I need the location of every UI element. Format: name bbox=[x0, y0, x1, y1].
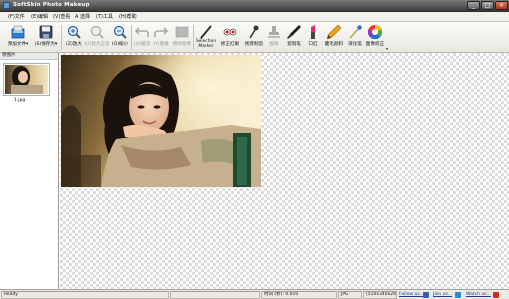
window-title: SoftSkin Photo Makeup bbox=[13, 2, 90, 8]
menu-help[interactable]: (H)帮助 bbox=[119, 13, 137, 21]
maximize-button[interactable]: □ bbox=[481, 1, 494, 10]
add-file-icon bbox=[11, 25, 25, 39]
toolbar: 添加文件▾ (S)保存为▾ (Z)放大 (U)放大正常 (O)缩小 (U)撤消 … bbox=[0, 22, 509, 53]
menu-bar: (F)文件 (E)编辑 (V)查看 A 选择 (T)工具 (H)帮助 bbox=[0, 12, 509, 22]
red-eye-button[interactable]: 修正红眼 bbox=[218, 24, 242, 52]
lipstick-icon bbox=[311, 25, 315, 39]
blemish-tool-icon bbox=[249, 25, 259, 39]
red-eye-icon bbox=[223, 28, 237, 36]
erase-image-icon bbox=[175, 26, 189, 38]
selection-marker-button[interactable]: Selection Marker bbox=[194, 24, 218, 52]
status-time: 时间 (秒): 0.010 bbox=[261, 291, 337, 299]
menu-tools[interactable]: (T)工具 bbox=[96, 13, 113, 21]
thumbnail-filename: 1.jpg bbox=[14, 98, 26, 103]
panel-header: 原图片 bbox=[0, 53, 58, 60]
zoom-in-icon bbox=[67, 25, 81, 39]
redo-icon bbox=[154, 27, 169, 37]
thumbnail-photo bbox=[5, 65, 48, 94]
mascara-icon bbox=[327, 24, 342, 39]
toolbar-overflow-chevron-icon[interactable]: ▾ bbox=[386, 46, 388, 51]
close-button[interactable]: × bbox=[495, 1, 508, 10]
zoom-normal-icon bbox=[90, 25, 104, 39]
liquify-button[interactable]: 液化笔 bbox=[345, 24, 365, 52]
join-us-link[interactable]: Join us... bbox=[433, 291, 452, 299]
selection-marker-icon bbox=[200, 25, 212, 39]
add-file-button[interactable]: 添加文件▾ bbox=[4, 24, 32, 52]
social-icon[interactable] bbox=[455, 292, 461, 298]
menu-view[interactable]: (V)查看 bbox=[53, 13, 70, 21]
status-ready: Ready bbox=[1, 291, 169, 299]
app-icon bbox=[3, 2, 10, 9]
zoom-in-button[interactable]: (Z)放大 bbox=[63, 24, 85, 52]
erase-image-button[interactable]: 擦除图像 bbox=[171, 24, 193, 52]
clone-stamp-button[interactable]: 图章 bbox=[264, 24, 284, 52]
working-photo[interactable] bbox=[61, 55, 261, 187]
redo-button[interactable]: (Y)重做 bbox=[151, 24, 171, 52]
lipstick-button[interactable]: 口红 bbox=[304, 24, 322, 52]
status-dimensions: (510x340x24) bbox=[363, 291, 397, 299]
clone-stamp-icon bbox=[268, 26, 280, 38]
image-thumbnail[interactable] bbox=[3, 63, 50, 96]
save-as-button[interactable]: (S)保存为▾ bbox=[32, 24, 60, 52]
follow-us-link[interactable]: Follow us... bbox=[399, 291, 424, 299]
minimize-button[interactable]: _ bbox=[467, 1, 480, 10]
watch-us-link[interactable]: Watch us... bbox=[466, 291, 491, 299]
zoom-out-button[interactable]: (O)缩小 bbox=[109, 24, 131, 52]
zoom-normal-button[interactable]: (U)放大正常 bbox=[84, 24, 110, 52]
color-correct-button[interactable]: 图像校正 bbox=[364, 24, 386, 52]
undo-button[interactable]: (U)撤消 bbox=[132, 24, 152, 52]
color-correct-icon bbox=[367, 25, 383, 40]
zoom-out-icon bbox=[113, 25, 127, 39]
blemish-tool-button[interactable]: 残疾制造 bbox=[242, 24, 266, 52]
concealer-button[interactable]: 遮瑕笔 bbox=[284, 24, 304, 52]
facebook-icon[interactable] bbox=[423, 292, 429, 298]
canvas-area[interactable] bbox=[60, 53, 509, 289]
youtube-icon[interactable] bbox=[493, 292, 499, 298]
title-bar: SoftSkin Photo Makeup _ □ × bbox=[0, 0, 509, 12]
mascara-button[interactable]: 睫毛颜料 bbox=[322, 24, 346, 52]
status-format: JPG bbox=[338, 291, 362, 299]
toolbar-separator bbox=[61, 25, 62, 50]
menu-select[interactable]: A 选择 bbox=[75, 13, 90, 21]
status-spacer bbox=[170, 291, 260, 299]
status-bar: Ready 时间 (秒): 0.010 JPG (510x340x24) Fol… bbox=[0, 289, 509, 299]
undo-icon bbox=[134, 27, 149, 37]
liquify-icon bbox=[349, 25, 362, 39]
source-image-panel: 原图片 1.jpg bbox=[0, 53, 59, 289]
menu-file[interactable]: (F)文件 bbox=[8, 13, 25, 21]
menu-edit[interactable]: (E)编辑 bbox=[31, 13, 48, 21]
save-as-icon bbox=[39, 25, 53, 39]
concealer-icon bbox=[287, 25, 301, 39]
